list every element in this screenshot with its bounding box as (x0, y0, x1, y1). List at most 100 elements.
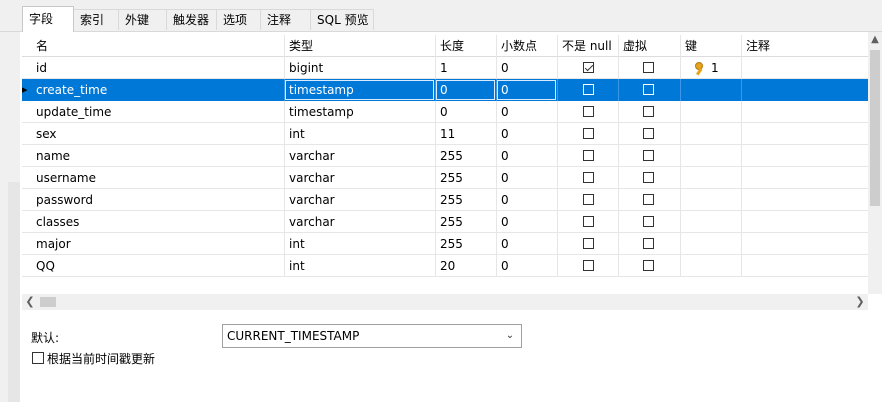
table-row[interactable]: update_time timestamp 0 0 (22, 101, 868, 123)
cell-decimals[interactable]: 0 (496, 255, 557, 277)
vertical-scrollbar[interactable]: ▲ (868, 32, 882, 294)
cell-decimals[interactable]: 0 (496, 79, 557, 101)
cell-length[interactable]: 255 (435, 167, 496, 189)
cell-type[interactable]: varchar (284, 189, 435, 211)
cell-name[interactable]: QQ (32, 255, 284, 277)
cell-key[interactable] (680, 145, 741, 167)
cell-not-null[interactable] (557, 79, 618, 101)
not-null-checkbox[interactable] (583, 150, 594, 161)
cell-length[interactable]: 255 (435, 233, 496, 255)
cell-virtual[interactable] (618, 123, 680, 145)
cell-name[interactable]: id (32, 57, 284, 79)
virtual-checkbox[interactable] (643, 150, 654, 161)
not-null-checkbox[interactable] (583, 172, 594, 183)
cell-decimals[interactable]: 0 (496, 211, 557, 233)
table-row[interactable]: QQ int 20 0 (22, 255, 868, 277)
cell-not-null[interactable] (557, 123, 618, 145)
horizontal-scroll-thumb[interactable] (40, 297, 56, 307)
cell-comment[interactable] (741, 145, 868, 167)
cell-key[interactable] (680, 123, 741, 145)
cell-length[interactable]: 255 (435, 189, 496, 211)
horizontal-scrollbar[interactable]: ❮ ❯ (22, 294, 868, 310)
cell-type[interactable]: varchar (284, 167, 435, 189)
not-null-checkbox[interactable] (583, 194, 594, 205)
cell-virtual[interactable] (618, 79, 680, 101)
column-header-name[interactable]: 名 (32, 35, 284, 57)
cell-decimals[interactable]: 0 (496, 233, 557, 255)
column-header-comment[interactable]: 注释 (741, 35, 868, 57)
cell-virtual[interactable] (618, 255, 680, 277)
virtual-checkbox[interactable] (643, 84, 654, 95)
cell-length[interactable]: 255 (435, 145, 496, 167)
tab-fields[interactable]: 字段 (22, 6, 74, 32)
cell-type[interactable]: timestamp (284, 79, 435, 101)
tab-indexes[interactable]: 索引 (73, 9, 119, 30)
virtual-checkbox[interactable] (643, 194, 654, 205)
cell-virtual[interactable] (618, 189, 680, 211)
cell-type[interactable]: varchar (284, 211, 435, 233)
cell-virtual[interactable] (618, 167, 680, 189)
cell-comment[interactable] (741, 211, 868, 233)
cell-length[interactable]: 0 (435, 79, 496, 101)
update-on-timestamp-checkbox[interactable] (32, 352, 44, 364)
cell-type[interactable]: int (284, 123, 435, 145)
not-null-checkbox[interactable] (583, 260, 594, 271)
table-row[interactable]: major int 255 0 (22, 233, 868, 255)
cell-key[interactable]: 1 (680, 57, 741, 79)
cell-key[interactable] (680, 255, 741, 277)
cell-length[interactable]: 0 (435, 101, 496, 123)
cell-decimals[interactable]: 0 (496, 123, 557, 145)
not-null-checkbox[interactable] (583, 62, 594, 73)
cell-key[interactable] (680, 101, 741, 123)
table-row[interactable]: password varchar 255 0 (22, 189, 868, 211)
cell-length[interactable]: 11 (435, 123, 496, 145)
cell-not-null[interactable] (557, 255, 618, 277)
cell-comment[interactable] (741, 255, 868, 277)
table-row[interactable]: sex int 11 0 (22, 123, 868, 145)
cell-comment[interactable] (741, 167, 868, 189)
scroll-right-icon[interactable]: ❯ (852, 294, 868, 310)
cell-name[interactable]: sex (32, 123, 284, 145)
table-row[interactable]: username varchar 255 0 (22, 167, 868, 189)
tab-options[interactable]: 选项 (216, 9, 261, 30)
column-header-decimals[interactable]: 小数点 (496, 35, 557, 57)
cell-name[interactable]: major (32, 233, 284, 255)
cell-type[interactable]: int (284, 255, 435, 277)
tab-triggers[interactable]: 触发器 (166, 9, 217, 30)
virtual-checkbox[interactable] (643, 106, 654, 117)
cell-name[interactable]: create_time (32, 79, 284, 101)
cell-length[interactable]: 255 (435, 211, 496, 233)
virtual-checkbox[interactable] (643, 238, 654, 249)
cell-decimals[interactable]: 0 (496, 57, 557, 79)
scroll-up-icon[interactable]: ▲ (868, 32, 882, 48)
table-row[interactable]: id bigint 1 0 1 (22, 57, 868, 79)
table-row[interactable]: create_time timestamp 0 0 (22, 79, 868, 101)
virtual-checkbox[interactable] (643, 260, 654, 271)
cell-virtual[interactable] (618, 101, 680, 123)
column-header-length[interactable]: 长度 (435, 35, 496, 57)
cell-decimals[interactable]: 0 (496, 189, 557, 211)
cell-type[interactable]: varchar (284, 145, 435, 167)
cell-comment[interactable] (741, 57, 868, 79)
column-header-virtual[interactable]: 虚拟 (618, 35, 680, 57)
cell-decimals[interactable]: 0 (496, 145, 557, 167)
cell-length[interactable]: 20 (435, 255, 496, 277)
cell-key[interactable] (680, 189, 741, 211)
cell-name[interactable]: name (32, 145, 284, 167)
tab-comments[interactable]: 注释 (260, 9, 311, 30)
cell-not-null[interactable] (557, 189, 618, 211)
cell-not-null[interactable] (557, 57, 618, 79)
chevron-down-icon[interactable]: ⌄ (503, 325, 517, 347)
virtual-checkbox[interactable] (643, 62, 654, 73)
cell-comment[interactable] (741, 123, 868, 145)
scroll-left-icon[interactable]: ❮ (22, 294, 38, 310)
cell-comment[interactable] (741, 233, 868, 255)
cell-name[interactable]: classes (32, 211, 284, 233)
default-value-select[interactable]: CURRENT_TIMESTAMP ⌄ (222, 324, 522, 348)
cell-comment[interactable] (741, 79, 868, 101)
column-header-key[interactable]: 键 (680, 35, 741, 57)
virtual-checkbox[interactable] (643, 128, 654, 139)
cell-not-null[interactable] (557, 233, 618, 255)
table-row[interactable]: name varchar 255 0 (22, 145, 868, 167)
cell-virtual[interactable] (618, 57, 680, 79)
